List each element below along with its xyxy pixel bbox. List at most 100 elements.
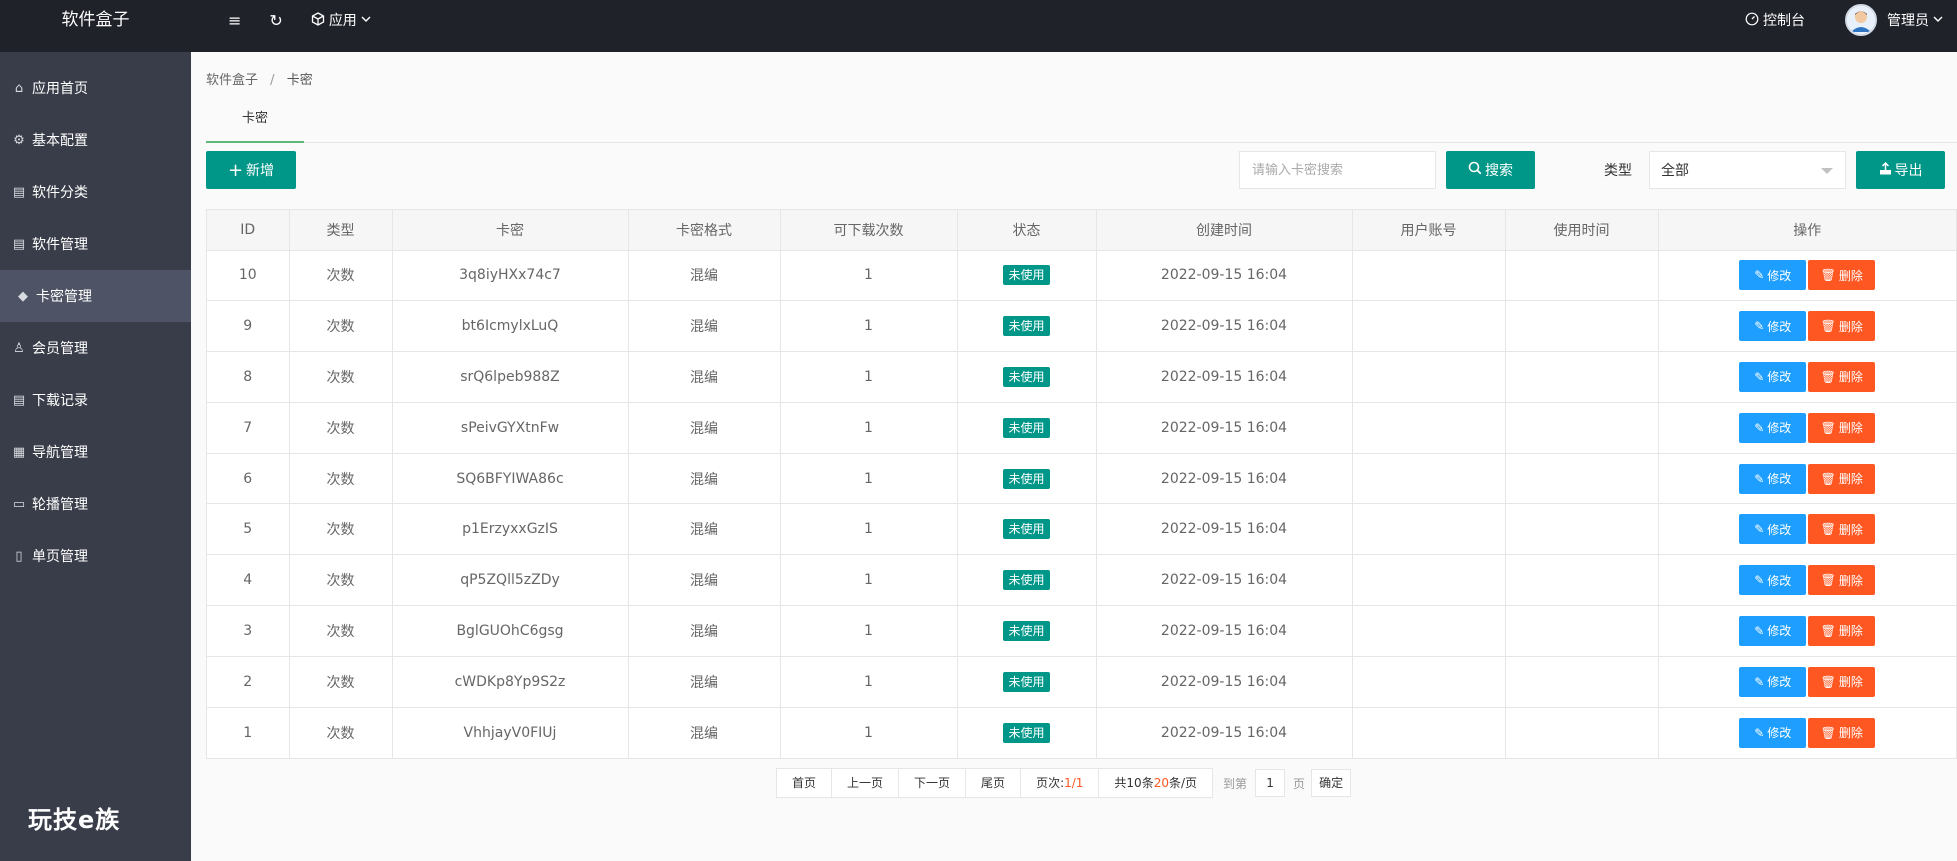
sidebar: ⌂ 应用首页 ⚙ 基本配置 ▤ 软件分类 ▤ 软件管理 ◆ 卡密管理 ♙ 会员管… <box>0 52 191 861</box>
trash-icon: 🗑 <box>1820 268 1836 283</box>
cell-code: bt6IcmylxLuQ <box>392 300 629 353</box>
delete-button[interactable]: 🗑 删除 <box>1808 717 1876 748</box>
delete-button[interactable]: 🗑 删除 <box>1808 615 1876 646</box>
cell-actions: ✎ 修改 🗑 删除 <box>1658 402 1956 454</box>
app-logo[interactable]: 软件盒子 <box>0 0 191 52</box>
sidebar-item-card-manage[interactable]: ◆ 卡密管理 <box>0 270 191 322</box>
user-name: 管理员 <box>1887 13 1929 29</box>
cell-type: 次数 <box>289 554 393 607</box>
search-button[interactable]: 搜索 <box>1446 151 1535 189</box>
pencil-icon: ✎ <box>1754 725 1765 740</box>
delete-button[interactable]: 🗑 删除 <box>1808 412 1876 443</box>
cell-code: cWDKp8Yp9S2z <box>392 656 629 708</box>
delete-button-label: 删除 <box>1838 675 1863 690</box>
cell-id: 9 <box>207 300 290 353</box>
refresh-button[interactable]: ↻ <box>255 0 296 40</box>
sidebar-item-config[interactable]: ⚙ 基本配置 <box>0 114 191 166</box>
edit-button-label: 修改 <box>1767 370 1792 385</box>
breadcrumb-root[interactable]: 软件盒子 <box>206 73 258 88</box>
edit-button[interactable]: ✎ 修改 <box>1739 717 1807 748</box>
pencil-icon: ✎ <box>1754 573 1765 588</box>
add-button[interactable]: + 新增 <box>206 151 296 189</box>
status-badge: 未使用 <box>1003 417 1050 438</box>
page-last-button[interactable]: 尾页 <box>965 768 1022 798</box>
table-row: 8 次数 srQ6lpeb988Z 混编 1 未使用 2022-09-15 16:04 ✎ 修改… <box>207 351 1956 403</box>
delete-button-label: 删除 <box>1838 472 1863 487</box>
page-next-button[interactable]: 下一页 <box>898 768 967 798</box>
cell-status: 未使用 <box>957 554 1097 607</box>
sidebar-item-single-page[interactable]: ▯ 单页管理 <box>0 530 191 582</box>
sidebar-item-carousel[interactable]: ▭ 轮播管理 <box>0 478 191 530</box>
cell-user <box>1352 453 1506 505</box>
app-menu-dropdown[interactable]: 应用 <box>297 0 385 40</box>
trash-icon: 🗑 <box>1820 471 1836 486</box>
page-unit-label: 页 <box>1293 776 1306 791</box>
page-number-input[interactable] <box>1255 769 1286 797</box>
sidebar-toggle-button[interactable]: ≡ <box>214 0 255 40</box>
status-badge: 未使用 <box>1003 265 1050 286</box>
type-filter-select[interactable]: 全部 <box>1649 151 1846 189</box>
pencil-icon: ✎ <box>1754 420 1765 435</box>
cell-created: 2022-09-15 16:04 <box>1096 453 1353 505</box>
cell-count: 1 <box>780 656 958 708</box>
delete-button[interactable]: 🗑 删除 <box>1808 361 1876 392</box>
card-table: ID 类型 卡密 卡密格式 可下载次数 状态 创建时间 用户账号 使用时间 操作… <box>206 209 1957 759</box>
sidebar-item-home[interactable]: ⌂ 应用首页 <box>0 62 191 114</box>
edit-button[interactable]: ✎ 修改 <box>1739 666 1807 697</box>
page-value: 1/1 <box>1064 776 1084 790</box>
cell-used <box>1505 503 1659 556</box>
edit-button[interactable]: ✎ 修改 <box>1739 311 1807 342</box>
cell-count: 1 <box>780 453 958 505</box>
edit-button[interactable]: ✎ 修改 <box>1739 463 1807 494</box>
cell-actions: ✎ 修改 🗑 删除 <box>1658 453 1956 505</box>
sidebar-item-software-category[interactable]: ▤ 软件分类 <box>0 166 191 218</box>
cell-count: 1 <box>780 351 958 403</box>
tab-card[interactable]: 卡密 <box>206 100 304 143</box>
breadcrumb-current: 卡密 <box>286 73 313 88</box>
sidebar-item-downloads[interactable]: ▤ 下载记录 <box>0 374 191 426</box>
cell-created: 2022-09-15 16:04 <box>1096 503 1353 556</box>
cell-format: 混编 <box>628 402 781 454</box>
edit-button[interactable]: ✎ 修改 <box>1739 565 1807 596</box>
cell-created: 2022-09-15 16:04 <box>1096 250 1353 302</box>
delete-button[interactable]: 🗑 删除 <box>1808 666 1876 697</box>
page-confirm-button[interactable]: 确定 <box>1311 769 1352 797</box>
table-row: 1 次数 VhhjayV0FIUj 混编 1 未使用 2022-09-15 16:04 ✎ 修改… <box>207 707 1956 758</box>
pencil-icon: ✎ <box>1754 471 1765 486</box>
pencil-icon: ✎ <box>1754 623 1765 638</box>
delete-button[interactable]: 🗑 删除 <box>1808 514 1876 545</box>
cell-used <box>1505 453 1659 505</box>
delete-button-label: 删除 <box>1838 370 1863 385</box>
column-header: 操作 <box>1658 210 1956 251</box>
delete-button[interactable]: 🗑 删除 <box>1808 463 1876 494</box>
cell-id: 10 <box>207 250 290 302</box>
sidebar-item-label: 导航管理 <box>32 445 88 461</box>
export-button[interactable]: 导出 <box>1856 151 1945 189</box>
table-row: 9 次数 bt6IcmylxLuQ 混编 1 未使用 2022-09-15 16:04 ✎ 修改… <box>207 300 1956 353</box>
edit-button[interactable]: ✎ 修改 <box>1739 361 1807 392</box>
sidebar-item-software-manage[interactable]: ▤ 软件管理 <box>0 218 191 270</box>
delete-button[interactable]: 🗑 删除 <box>1808 260 1876 291</box>
console-link[interactable]: 控制台 <box>1731 0 1819 40</box>
edit-button[interactable]: ✎ 修改 <box>1739 412 1807 443</box>
status-badge: 未使用 <box>1003 570 1050 591</box>
status-badge: 未使用 <box>1003 366 1050 387</box>
edit-button[interactable]: ✎ 修改 <box>1739 260 1807 291</box>
user-menu-dropdown[interactable]: 管理员 <box>1819 0 1957 40</box>
trash-icon: 🗑 <box>1820 369 1836 384</box>
status-badge: 未使用 <box>1003 671 1050 692</box>
sidebar-item-label: 轮播管理 <box>32 497 88 513</box>
pencil-icon: ✎ <box>1754 674 1765 689</box>
edit-button[interactable]: ✎ 修改 <box>1739 615 1807 646</box>
search-input[interactable] <box>1239 151 1436 189</box>
delete-button[interactable]: 🗑 删除 <box>1808 311 1876 342</box>
page-prev-button[interactable]: 上一页 <box>831 768 900 798</box>
header-left-tools: ≡ ↻ 应用 <box>214 0 385 40</box>
delete-button[interactable]: 🗑 删除 <box>1808 565 1876 596</box>
sidebar-item-members[interactable]: ♙ 会员管理 <box>0 322 191 374</box>
home-icon: ⌂ <box>14 80 24 96</box>
cell-type: 次数 <box>289 707 393 758</box>
sidebar-item-navigation[interactable]: ▦ 导航管理 <box>0 426 191 478</box>
edit-button[interactable]: ✎ 修改 <box>1739 514 1807 545</box>
page-first-button[interactable]: 首页 <box>776 768 833 798</box>
